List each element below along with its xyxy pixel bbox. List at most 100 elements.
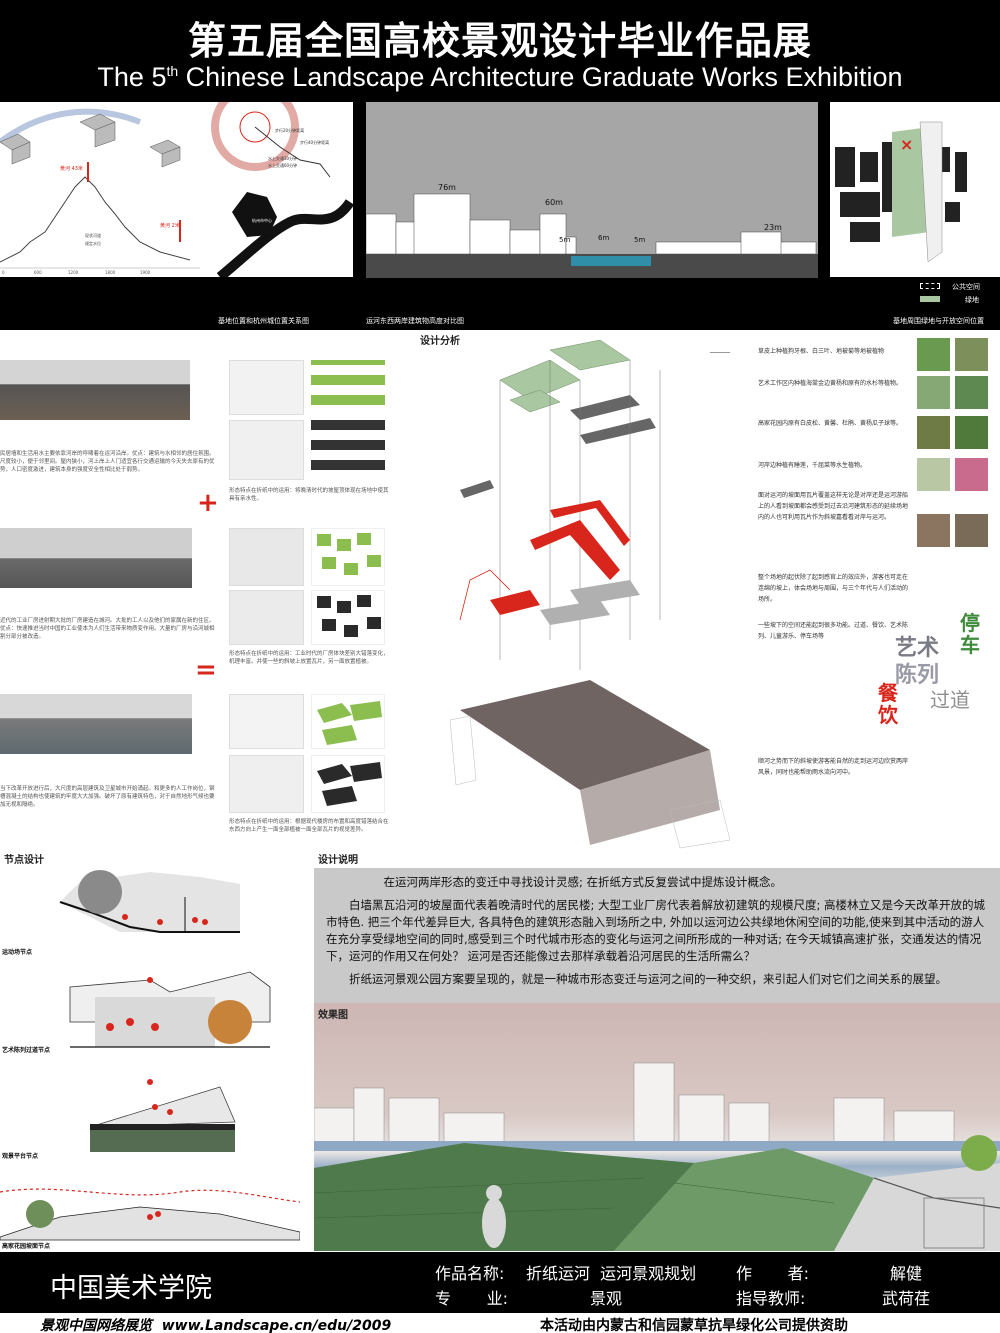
author-value: 解健 [890, 1264, 923, 1283]
node-sports: 运动场节点 [2, 948, 32, 956]
ring-label: 水上交通30分钟 [268, 155, 297, 161]
legend-green-swatch [920, 296, 940, 302]
skyline-comparison: 76m 60m 5m 6m 5m 23m [366, 102, 818, 278]
plus-sign: + [197, 488, 219, 518]
map-city-center: 杭州市中心 [252, 217, 272, 223]
caption-map: 基地位置和杭州城位置关系图 [218, 317, 309, 325]
node-gao-garden: 高家花园坡面节点 [2, 1242, 50, 1250]
title-english: The 5th Chinese Landscape Architecture G… [0, 62, 1000, 93]
plant-photo [955, 416, 988, 449]
exhibition-site: 景观中国网络展览 www.Landscape.cn/edu/2009 [40, 1318, 392, 1333]
note-7: 一些坡下的空间还能起到很多功能。过道、餐饮、艺术陈列、儿童游乐、停车场等 [758, 622, 909, 640]
word-dining: 餐饮 [878, 681, 898, 727]
axis-tick: 0 [2, 270, 5, 275]
fold-photo-3b [229, 755, 304, 813]
map-label-h1: 黄河 43米 [60, 165, 83, 172]
photo-modern-city [0, 694, 192, 754]
map-legend-1: 现状河道 [85, 232, 101, 238]
desc-paragraph-1: 在运河两岸形态的变迁中寻找设计灵感; 在折纸方式反复尝试中提炼设计概念。 [383, 875, 783, 889]
node-sketches-drawing: 运动场节点 艺术陈列过道节点 观景平台节点 高家花园坡面节点 [0, 870, 301, 1250]
dark-blocks [317, 595, 381, 637]
word-passage: 过道 [930, 688, 970, 712]
plant-photo [917, 376, 950, 409]
note-3: 高家花园内原有白皮松、黄馨、杜鹃、黄杨瓜子球等。 [758, 420, 903, 427]
title-en-sup: th [166, 63, 179, 79]
row3-fold-text: 形态特点在折纸中的运用：根据现代楼房的布置和高度错落结合在东西方向上产生一面全部… [229, 819, 389, 833]
height-60m: 60m [545, 198, 563, 207]
map-drawing: 黄河 43米 黄河 2米 现状河道 规定水位 0 600 1200 1800 1… [0, 102, 353, 277]
plant-photo [917, 458, 950, 491]
axis-tick: 1200 [68, 270, 79, 275]
green-slabs [317, 701, 382, 745]
fold-model-1a [311, 360, 385, 415]
note-5: 面对运河的坡面用瓦片覆盖这样无论是对岸还是运河游船上的人看到坡面都会感受到过去沿… [758, 492, 909, 521]
site-greenspace-map: × [830, 102, 1000, 277]
photo-qing-dynasty [0, 360, 190, 420]
plant-photo [917, 338, 950, 371]
node-sketches: 运动场节点 艺术陈列过道节点 观景平台节点 高家花园坡面节点 [0, 862, 301, 1252]
advisor-value: 武荷荏 [882, 1289, 931, 1308]
title-chinese: 第五届全国高校景观设计毕业作品展 [187, 19, 812, 63]
desc-paragraph-3: 折纸运河景观公园方案要呈现的，就是一种城市形态变迁与运河之间的一种交织，来引起人… [349, 972, 947, 986]
axonometric-drawing [449, 339, 731, 849]
fold-model-2b [311, 590, 385, 645]
axis-tick: 1900 [140, 270, 151, 275]
height-5m-b: 5m [634, 236, 645, 244]
design-description-title: 设计说明 [318, 855, 358, 866]
tile-photo [955, 514, 988, 547]
photo-industrial [0, 528, 192, 588]
map-legend-2: 规定水位 [85, 240, 101, 246]
major-label: 专 业: [435, 1289, 508, 1308]
map-label-h2: 黄河 2米 [160, 222, 180, 229]
render-title: 效果图 [318, 1010, 348, 1021]
height-23m: 23m [764, 223, 782, 232]
exploded-axonometric [430, 339, 731, 850]
row1-fold-text: 形态特点在折纸中的运用：将晚清时代的坡屋顶体现在场地中使其具有亲水性。 [229, 488, 389, 502]
header: 第五届全国高校景观设计毕业作品展 The 5th Chinese Landsca… [0, 0, 1000, 100]
fold-photo-2b [229, 590, 304, 645]
row1-text: 民居墙和生活用水主要依靠河岸的呼啸着在运河沿岸。优点：建筑与水相邻的居住氛围。尺… [0, 451, 215, 473]
title-en-post: Chinese Landscape Architecture Graduate … [178, 62, 903, 92]
note-4: 河岸边种植有睡莲，千屈菜等水生植物。 [758, 462, 867, 469]
node-viewing-platform: 观景平台节点 [2, 1152, 38, 1160]
skyline-drawing: 76m 60m 5m 6m 5m 23m [366, 183, 818, 278]
legend-green: 绿地 [965, 296, 979, 304]
height-5m-a: 5m [559, 236, 570, 244]
author-label: 作 者: [736, 1264, 809, 1283]
design-description: 在运河两岸形态的变迁中寻找设计灵感; 在折纸方式反复尝试中提炼设计概念。 白墙黑… [314, 868, 1000, 1003]
fold-model-3a [311, 694, 385, 749]
fold-model-3b [311, 755, 385, 813]
row3-text: 当下改革开放进行后，大尺度的高层建筑及卫星城市开始涌起。和更多的人工作岗位，钢槽… [0, 786, 215, 808]
axis-tick: 600 [34, 270, 42, 275]
note-6: 整个场地的起伏除了起到感官上的效应外，游客也可走在连绵的坡上，体会场地与周围，与… [758, 574, 909, 603]
dark-slabs [317, 762, 382, 806]
green-blocks [317, 533, 381, 575]
node-art-passage: 艺术陈列过道节点 [2, 1046, 50, 1054]
plant-photo [917, 416, 950, 449]
school-name: 中国美术学院 [50, 1273, 212, 1304]
fold-photo-3a [229, 694, 304, 749]
fold-photo-1a [229, 360, 304, 415]
ring-label: 步行40分钟距离 [300, 139, 329, 145]
work-label: 作品名称: [435, 1264, 505, 1283]
plant-photo [955, 376, 988, 409]
rendering-drawing [314, 1062, 1000, 1251]
caption-site: 基地周围绿地与开放空间位置 [893, 317, 984, 325]
note-2: 艺术工作区内种植海棠金边黄杨和原有的水杉等植物。 [758, 380, 903, 387]
fold-model-1b [311, 420, 385, 480]
site-x-mark: × [900, 135, 913, 154]
fold-model-2a [311, 528, 385, 586]
site-location-map: 黄河 43米 黄河 2米 现状河道 规定水位 0 600 1200 1800 1… [0, 102, 353, 277]
height-6m: 6m [598, 234, 609, 242]
plant-photo [955, 458, 988, 491]
word-parking: 停车 [960, 611, 980, 657]
title-en-pre: The 5 [97, 62, 167, 92]
caption-skyline: 运河东西两岸建筑物高度对比图 [366, 317, 464, 325]
note-8: 顺河之势而下的斜坡使游客能自然的走到运河边欣赏两岸风景，同时也能帮助雨水流向河中… [758, 758, 909, 776]
tile-photo [917, 514, 950, 547]
ring-label: 步行20分钟距离 [275, 127, 304, 133]
effect-rendering [314, 1003, 1000, 1251]
row2-text: 近代的工业厂房进射期大批的厂房建造在城河。大批的工人以及他们的家属在新的住区。优… [0, 618, 215, 640]
note-leader [710, 352, 730, 353]
site-map-drawing: × [835, 121, 967, 263]
